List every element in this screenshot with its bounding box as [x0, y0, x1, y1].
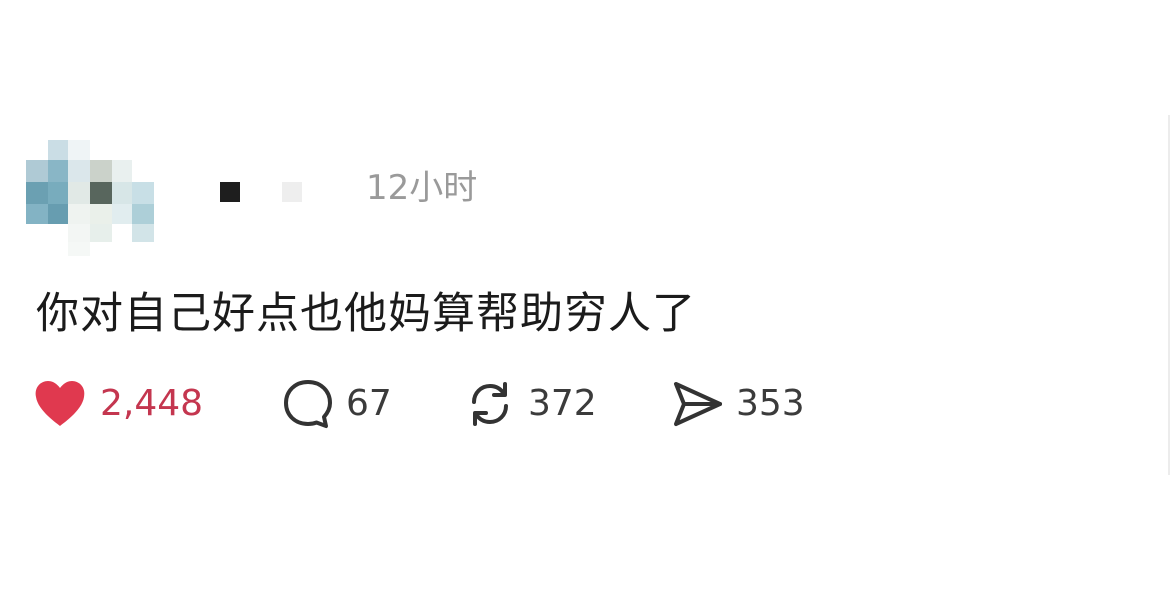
repost-button[interactable]: 372	[464, 378, 597, 430]
author-name[interactable]	[220, 178, 320, 208]
comment-count: 67	[346, 383, 392, 424]
heart-icon	[35, 381, 85, 426]
avatar-pixelated-image	[26, 140, 154, 256]
timestamp: 12小时	[366, 168, 478, 208]
share-button[interactable]: 353	[670, 378, 805, 430]
repost-count: 372	[528, 383, 597, 424]
username-redaction-block	[282, 182, 302, 202]
like-count: 2,448	[100, 383, 204, 424]
avatar[interactable]	[26, 140, 154, 256]
comment-button[interactable]: 67	[282, 378, 392, 430]
username-redaction-block	[220, 182, 240, 202]
repost-icon	[472, 382, 508, 426]
share-count: 353	[736, 383, 805, 424]
post-card: 12小时 你对自己好点也他妈算帮助穷人了 2,448 67 372 353	[0, 0, 1170, 610]
send-icon	[674, 382, 722, 426]
action-bar: 2,448 67 372 353	[34, 378, 834, 430]
post-text: 你对自己好点也他妈算帮助穷人了	[36, 289, 696, 339]
like-button[interactable]: 2,448	[34, 378, 203, 430]
comment-bubble-icon	[284, 380, 332, 428]
